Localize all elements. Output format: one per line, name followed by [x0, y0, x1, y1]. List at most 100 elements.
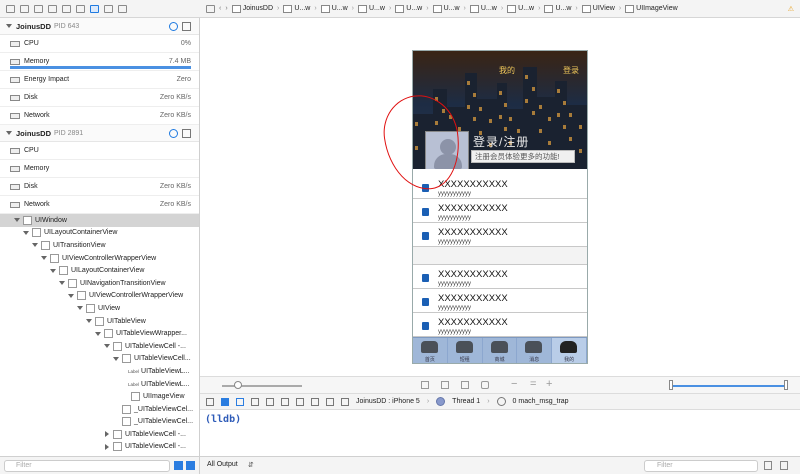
environment-icon[interactable]: [326, 397, 334, 406]
step-out-icon[interactable]: [281, 397, 289, 406]
gauge-row-network[interactable]: Network Zero KB/s: [0, 196, 199, 214]
zoom-in-icon[interactable]: +: [546, 378, 552, 390]
tree-row[interactable]: Label UITableViewL...: [0, 365, 199, 378]
table-row[interactable]: XXXXXXXXXXX yyyyyyyyyyy: [413, 265, 587, 289]
gauge-row-cpu[interactable]: CPU 0%: [0, 35, 199, 53]
compass-icon[interactable]: [169, 129, 178, 138]
jump-crumb[interactable]: UIView: [581, 4, 615, 13]
table-row[interactable]: XXXXXXXXXXX yyyyyyyyyyy: [413, 313, 587, 337]
test-icon[interactable]: [76, 4, 85, 13]
tree-row[interactable]: Label UITableViewL...: [0, 378, 199, 391]
tree-row[interactable]: UIView: [0, 302, 199, 315]
view-icon[interactable]: [182, 129, 191, 138]
table-row[interactable]: XXXXXXXXXXX yyyyyyyyyyy: [413, 199, 587, 223]
disclosure-icon[interactable]: [23, 230, 29, 235]
gauge-row-cpu[interactable]: CPU: [0, 142, 199, 160]
tree-row[interactable]: UITransitionView: [0, 239, 199, 252]
tree-row[interactable]: UITableView: [0, 315, 199, 328]
zoom-reset-icon[interactable]: =: [530, 378, 536, 390]
jump-crumb[interactable]: U...w: [507, 4, 534, 13]
layout-icon[interactable]: [441, 381, 449, 389]
range-slider-track[interactable]: [672, 385, 785, 387]
frame-crumb[interactable]: 0 mach_msg_trap: [513, 398, 569, 405]
disclosure-icon[interactable]: [32, 243, 38, 248]
jump-crumb[interactable]: U...w: [395, 4, 422, 13]
gauge-row-network[interactable]: Network Zero KB/s: [0, 107, 199, 125]
report-icon[interactable]: [118, 4, 127, 13]
gauge-row-energy-impact[interactable]: Energy Impact Zero: [0, 71, 199, 89]
show-primary-icon[interactable]: [174, 461, 183, 470]
output-select[interactable]: All Output: [207, 461, 238, 468]
gauge-row-disk[interactable]: Disk Zero KB/s: [0, 89, 199, 107]
warning-icon[interactable]: [62, 4, 71, 13]
disclosure-icon[interactable]: [6, 131, 12, 135]
zoom-out-icon[interactable]: −: [511, 378, 517, 390]
folder-icon[interactable]: [6, 4, 15, 13]
forward-arrow-icon[interactable]: ›: [225, 5, 227, 12]
tab-item[interactable]: 短租: [448, 338, 483, 363]
clip-icon[interactable]: [461, 381, 469, 389]
jump-crumb[interactable]: U...w: [432, 4, 460, 13]
3d-icon[interactable]: [481, 381, 489, 389]
disclosure-icon[interactable]: [104, 344, 110, 349]
hide-debug-area-icon[interactable]: [206, 397, 214, 406]
tree-row[interactable]: UITableViewWrapper...: [0, 327, 199, 340]
disclosure-icon[interactable]: [77, 306, 83, 311]
disclosure-icon[interactable]: [68, 293, 74, 298]
warning-icon[interactable]: ⚠: [788, 5, 794, 13]
tree-row[interactable]: UIWindow: [0, 214, 199, 227]
disclosure-icon[interactable]: [95, 331, 101, 336]
memory-graph-icon[interactable]: [311, 397, 319, 406]
disclosure-icon[interactable]: [113, 356, 119, 361]
gauge-row-memory[interactable]: Memory 7.4 MB: [0, 53, 199, 71]
tab-item[interactable]: 商城: [483, 338, 518, 363]
disclosure-icon[interactable]: [104, 431, 110, 438]
disclosure-icon[interactable]: [41, 256, 47, 261]
jump-crumb[interactable]: U...w: [283, 4, 310, 13]
breakpoint-icon[interactable]: [104, 4, 113, 13]
range-handle-right[interactable]: [784, 380, 788, 390]
process-header[interactable]: JoinusDD PID 2891: [0, 125, 199, 142]
tree-row[interactable]: _UITableViewCel...: [0, 403, 199, 416]
phone-screen-render[interactable]: 我的 登录 登录/注册 注册会员体验更多的功能! XXXXXXXXXXX yyyy…: [412, 50, 588, 364]
tree-row[interactable]: _UITableViewCel...: [0, 416, 199, 429]
continue-icon[interactable]: [236, 397, 244, 406]
tree-row[interactable]: UITableViewCell -...: [0, 428, 199, 441]
location-icon[interactable]: [341, 397, 349, 406]
tree-row[interactable]: UILayoutContainerView: [0, 264, 199, 277]
gauge-row-disk[interactable]: Disk Zero KB/s: [0, 178, 199, 196]
disclosure-icon[interactable]: [86, 319, 92, 324]
source-control-icon[interactable]: [20, 4, 29, 13]
console-filter-input[interactable]: Filter: [644, 460, 758, 472]
tree-row[interactable]: UILayoutContainerView: [0, 227, 199, 240]
jump-crumb[interactable]: UIImageView: [625, 4, 678, 13]
range-handle-left[interactable]: [669, 380, 673, 390]
disclosure-icon[interactable]: [104, 443, 110, 450]
show-hidden-icon[interactable]: [186, 461, 195, 470]
tree-row[interactable]: UIViewControllerWrapperView: [0, 252, 199, 265]
table-row[interactable]: XXXXXXXXXXX yyyyyyyyyyy: [413, 289, 587, 313]
search-icon[interactable]: [48, 4, 57, 13]
disclosure-icon[interactable]: [6, 24, 12, 28]
tab-item[interactable]: 我的: [552, 338, 587, 363]
tree-row[interactable]: UITableViewCell -...: [0, 340, 199, 353]
tree-row[interactable]: UINavigationTransitionView: [0, 277, 199, 290]
breakpoints-toggle-icon[interactable]: [221, 397, 229, 406]
device-crumb[interactable]: JoinusDD : iPhone 5: [356, 398, 420, 405]
split-icon[interactable]: [780, 461, 788, 470]
tab-item[interactable]: 首页: [413, 338, 448, 363]
frames-icon[interactable]: [421, 381, 429, 389]
step-into-icon[interactable]: [266, 397, 274, 406]
lldb-console[interactable]: (lldb): [200, 410, 800, 456]
disclosure-icon[interactable]: [14, 218, 20, 223]
view-debug-icon[interactable]: [296, 397, 304, 406]
login-link[interactable]: 登录: [563, 65, 579, 76]
tree-row[interactable]: UITableViewCell -...: [0, 441, 199, 454]
gauge-row-memory[interactable]: Memory: [0, 160, 199, 178]
debug-icon[interactable]: [90, 4, 99, 13]
jump-crumb[interactable]: U...w: [544, 4, 571, 13]
back-arrow-icon[interactable]: ‹: [219, 5, 221, 12]
jump-crumb[interactable]: U...w: [357, 4, 385, 13]
step-over-icon[interactable]: [251, 397, 259, 406]
grid-icon[interactable]: [206, 4, 215, 13]
